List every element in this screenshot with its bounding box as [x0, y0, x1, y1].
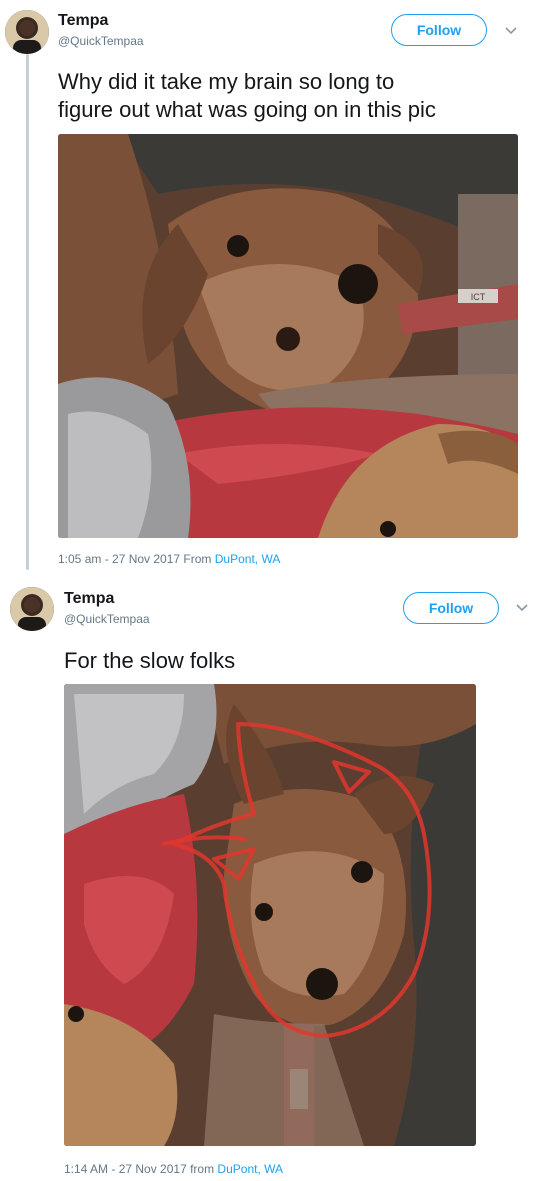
tweet: Tempa @QuickTempaa Follow Why did it tak…	[0, 0, 534, 577]
avatar[interactable]	[5, 10, 49, 54]
chevron-down-icon[interactable]	[515, 603, 529, 613]
tweet-text-line: figure out what was going on in this pic	[58, 97, 436, 122]
thread-connector-line	[26, 54, 29, 570]
tweet-text: Why did it take my brain so long to figu…	[58, 68, 436, 124]
follow-button[interactable]: Follow	[403, 592, 499, 624]
location-link[interactable]: DuPont, WA	[215, 552, 281, 566]
tweet-text-line: Why did it take my brain so long to	[58, 69, 395, 94]
tweet: Tempa @QuickTempaa Follow For the slow f…	[0, 577, 534, 1181]
tweet-photo[interactable]	[64, 684, 476, 1146]
follow-button[interactable]: Follow	[391, 14, 487, 46]
tweet-text: For the slow folks	[64, 648, 236, 673]
avatar[interactable]	[10, 587, 54, 631]
author-name[interactable]: Tempa	[64, 590, 114, 608]
chevron-down-icon[interactable]	[504, 26, 518, 36]
author-handle[interactable]: @QuickTempaa	[58, 34, 144, 48]
author-name[interactable]: Tempa	[58, 12, 108, 30]
tweet-timestamp: 1:14 AM - 27 Nov 2017 from DuPont, WA	[64, 1162, 283, 1176]
tweet-photo[interactable]: ICT	[58, 134, 518, 538]
tweet-timestamp: 1:05 am - 27 Nov 2017 From DuPont, WA	[58, 552, 280, 566]
location-link[interactable]: DuPont, WA	[217, 1162, 283, 1176]
author-handle[interactable]: @QuickTempaa	[64, 612, 150, 626]
timestamp-text[interactable]: 1:05 am - 27 Nov 2017 From	[58, 552, 215, 566]
collar-tag-text: ICT	[471, 292, 486, 302]
timestamp-text[interactable]: 1:14 AM - 27 Nov 2017 from	[64, 1162, 217, 1176]
